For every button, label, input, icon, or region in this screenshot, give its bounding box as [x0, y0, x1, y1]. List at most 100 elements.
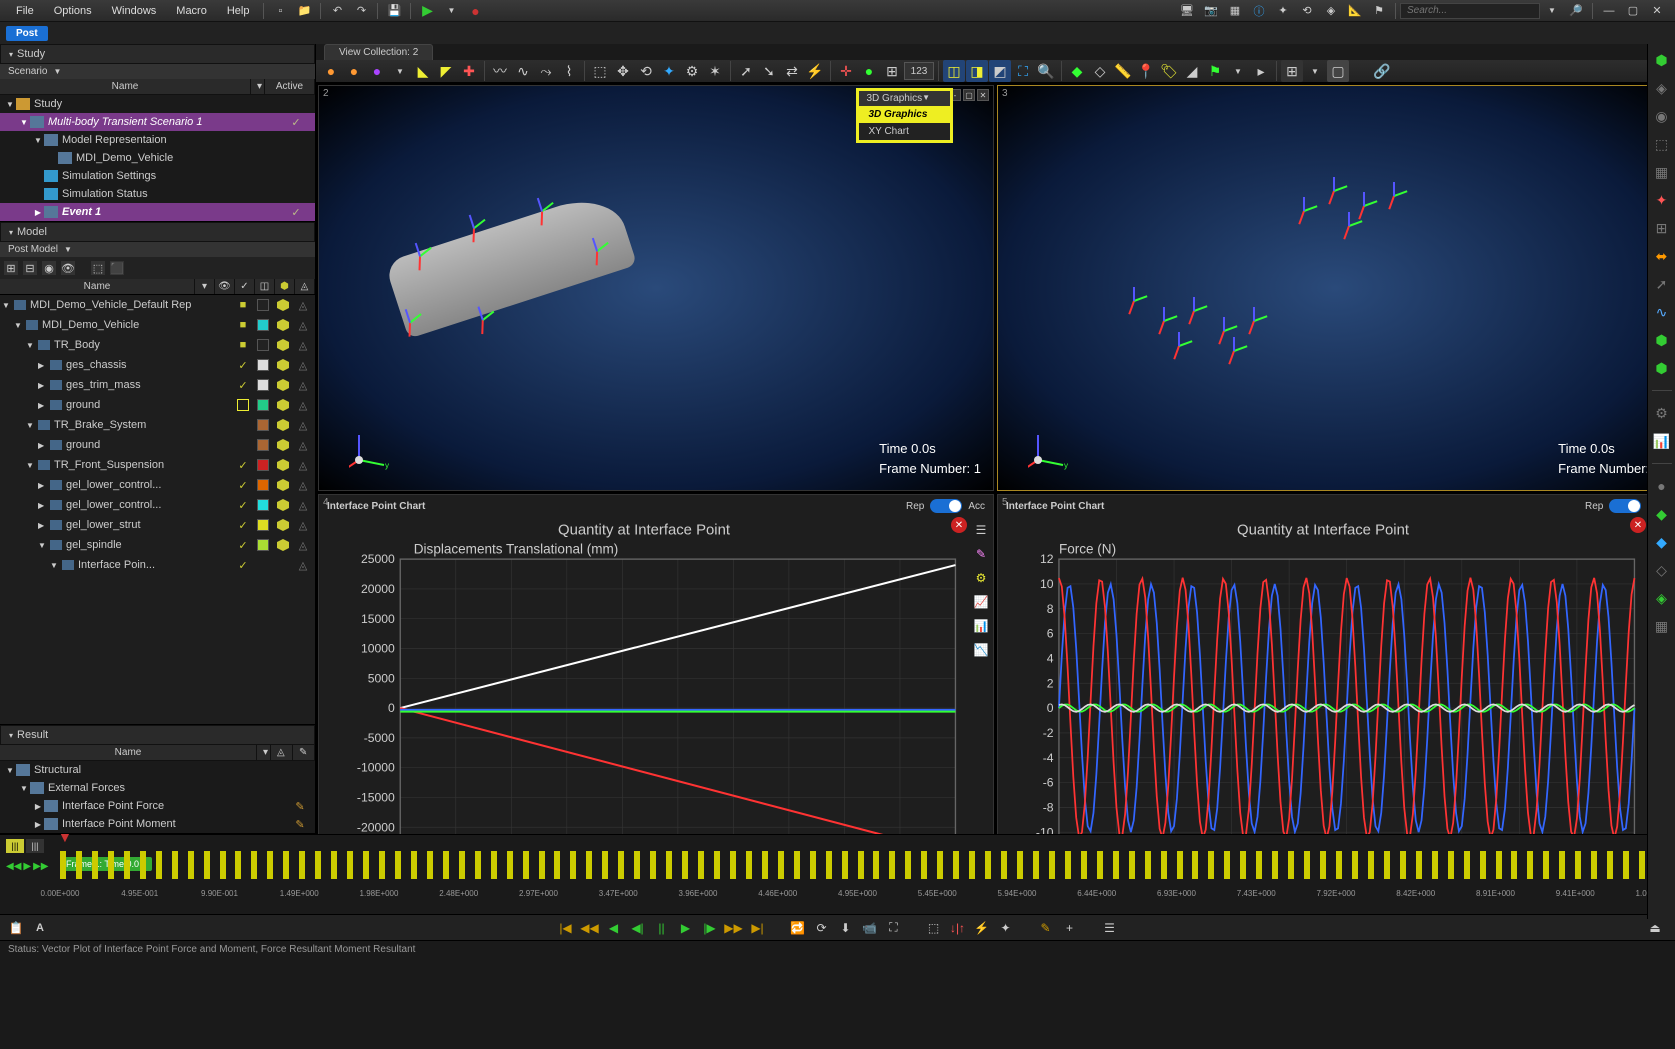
menu-macro[interactable]: Macro — [166, 3, 217, 19]
rs-f-icon[interactable]: ⊞ — [1652, 218, 1672, 238]
curve-tool-icon[interactable]: ✎ — [972, 545, 990, 563]
timeline-tab-a[interactable]: ||| — [6, 839, 24, 853]
probe-icon[interactable]: 📍 — [1135, 60, 1157, 82]
play-dropdown-icon[interactable]: ▼ — [441, 2, 461, 20]
link-icon[interactable]: 🔗 — [1371, 60, 1393, 82]
camera2-icon[interactable]: 📹 — [860, 918, 880, 938]
rs-wave-icon[interactable]: ∿ — [1652, 302, 1672, 322]
result-row[interactable]: ▶Interface Point Moment✎ — [0, 815, 315, 833]
rs-e-icon[interactable]: ✦ — [1652, 190, 1672, 210]
open-icon[interactable]: 📁 — [294, 2, 314, 20]
toolbar-number-field[interactable] — [904, 62, 934, 80]
view-type-dropdown[interactable]: 3D Graphics▼ 3D Graphics XY Chart — [856, 88, 954, 143]
curve2-icon[interactable]: ∿ — [512, 60, 534, 82]
new-icon[interactable]: ▫ — [270, 2, 290, 20]
grid-icon[interactable]: ▦ — [1225, 2, 1245, 20]
curve3-icon[interactable]: ⤳ — [535, 60, 557, 82]
zoom-icon[interactable]: 🔍 — [1035, 60, 1057, 82]
chart-cfg-icon[interactable]: ⚙ — [972, 569, 990, 587]
menu-windows[interactable]: Windows — [102, 3, 167, 19]
rs-h-icon[interactable]: ➚ — [1652, 274, 1672, 294]
list-icon[interactable]: ☰ — [1100, 918, 1120, 938]
eye-all-icon[interactable]: 👁 — [60, 260, 76, 276]
rs-cube-icon[interactable]: ⬢ — [1652, 50, 1672, 70]
next-frame-icon[interactable]: ▶▶ — [724, 918, 744, 938]
search-options-icon[interactable]: 🔎 — [1566, 2, 1586, 20]
view-pane-3[interactable]: 3 xy — [997, 85, 1673, 491]
pencil-icon[interactable]: ✎ — [1036, 918, 1056, 938]
expand-all-icon[interactable]: ⊞ — [3, 260, 19, 276]
close-icon[interactable]: ✕ — [1647, 2, 1667, 20]
tl-next-icon[interactable]: ▶▶ — [33, 861, 48, 872]
layout-grid-icon[interactable]: ⊞ — [1281, 60, 1303, 82]
view-type-3d[interactable]: 3D Graphics — [859, 106, 951, 123]
legend-icon[interactable]: ☰ — [972, 521, 990, 539]
rs-m-icon[interactable]: ◆ — [1652, 504, 1672, 524]
curve1-icon[interactable]: 〰 — [489, 60, 511, 82]
rs-b-icon[interactable]: ◉ — [1652, 106, 1672, 126]
rs-p-icon[interactable]: ◈ — [1652, 588, 1672, 608]
rs-o-icon[interactable]: ◇ — [1652, 560, 1672, 580]
beam-icon[interactable]: ⚡ — [972, 918, 992, 938]
rs-n-icon[interactable]: ◆ — [1652, 532, 1672, 552]
download-icon[interactable]: ⬇ — [836, 918, 856, 938]
cluster-icon[interactable]: ✦ — [658, 60, 680, 82]
flag2-icon[interactable]: ⚑ — [1204, 60, 1226, 82]
first-frame-icon[interactable]: |◀ — [556, 918, 576, 938]
study-row[interactable]: Simulation Settings — [0, 167, 315, 185]
model-row[interactable]: ▼TR_Brake_System◬ — [0, 415, 315, 435]
play-fwd-icon[interactable]: ▶ — [676, 918, 696, 938]
study-row[interactable]: ▼Study — [0, 95, 315, 113]
rs-j-icon[interactable]: ⬢ — [1652, 358, 1672, 378]
gear-icon[interactable]: ⚙ — [681, 60, 703, 82]
camera-icon[interactable]: 📷 — [1201, 2, 1221, 20]
axes-icon[interactable]: ✚ — [458, 60, 480, 82]
rs-k-icon[interactable]: ⚙ — [1652, 403, 1672, 423]
rs-i-icon[interactable]: ⬢ — [1652, 330, 1672, 350]
tool-a-icon[interactable]: ✦ — [1273, 2, 1293, 20]
chart-delete-icon[interactable]: 📉 — [972, 641, 990, 659]
menu-file[interactable]: File — [6, 3, 44, 19]
arrow1-icon[interactable]: ➚ — [735, 60, 757, 82]
section-dd-icon[interactable]: ▼ — [1227, 60, 1249, 82]
flag-icon[interactable]: ⚑ — [1369, 2, 1389, 20]
model-row[interactable]: ▶ges_chassis✓◬ — [0, 355, 315, 375]
pause-icon[interactable]: || — [652, 918, 672, 938]
curve4-icon[interactable]: ⌇ — [558, 60, 580, 82]
sphere-orange-icon[interactable]: ● — [320, 60, 342, 82]
study-header[interactable]: ▾Study — [0, 44, 315, 64]
tree-tool-b-icon[interactable]: ⬛ — [109, 260, 125, 276]
rs-d-icon[interactable]: ▦ — [1652, 162, 1672, 182]
model-row[interactable]: ▼TR_Front_Suspension✓◬ — [0, 455, 315, 475]
timeline-marker[interactable]: ▼ — [58, 829, 72, 845]
timeline-tab-b[interactable]: ||| — [26, 839, 44, 853]
study-row[interactable]: ▼Model Representaion — [0, 131, 315, 149]
post-mode-pill[interactable]: Post — [6, 26, 48, 41]
single-view-icon[interactable]: ▢ — [1327, 60, 1349, 82]
loop-icon[interactable]: 🔁 — [788, 918, 808, 938]
result-row[interactable]: ▶Interface Point Force✎ — [0, 797, 315, 815]
sphere-purple-icon[interactable]: ● — [366, 60, 388, 82]
step-back-icon[interactable]: ◀ — [604, 918, 624, 938]
view-front-icon[interactable]: ◫ — [943, 60, 965, 82]
result-row[interactable]: ▼External Forces — [0, 779, 315, 797]
redo-icon[interactable]: ↷ — [351, 2, 371, 20]
fit-icon[interactable]: ⛶ — [1012, 60, 1034, 82]
arrows-icon[interactable]: ⇄ — [781, 60, 803, 82]
rep-acc-toggle[interactable] — [930, 499, 962, 513]
study-row[interactable]: Simulation Status — [0, 185, 315, 203]
sphere-orange2-icon[interactable]: ● — [343, 60, 365, 82]
tl-play-icon[interactable]: ▶ — [23, 861, 31, 872]
search-input[interactable] — [1400, 3, 1540, 19]
section-icon[interactable]: ◢ — [1181, 60, 1203, 82]
model-row[interactable]: ▼TR_Body■◬ — [0, 335, 315, 355]
tool-c-icon[interactable]: ◈ — [1321, 2, 1341, 20]
collapse-all-icon[interactable]: ⊟ — [22, 260, 38, 276]
rs-a-icon[interactable]: ◈ — [1652, 78, 1672, 98]
post-model-dropdown[interactable]: Post Model▼ — [0, 242, 315, 257]
result-header[interactable]: ▾Result — [0, 725, 315, 745]
select-icon[interactable]: ⬚ — [924, 918, 944, 938]
model-row[interactable]: ▶ges_trim_mass✓◬ — [0, 375, 315, 395]
more-icon[interactable]: ▸ — [1250, 60, 1272, 82]
log-icon[interactable]: 📋 — [6, 918, 26, 938]
